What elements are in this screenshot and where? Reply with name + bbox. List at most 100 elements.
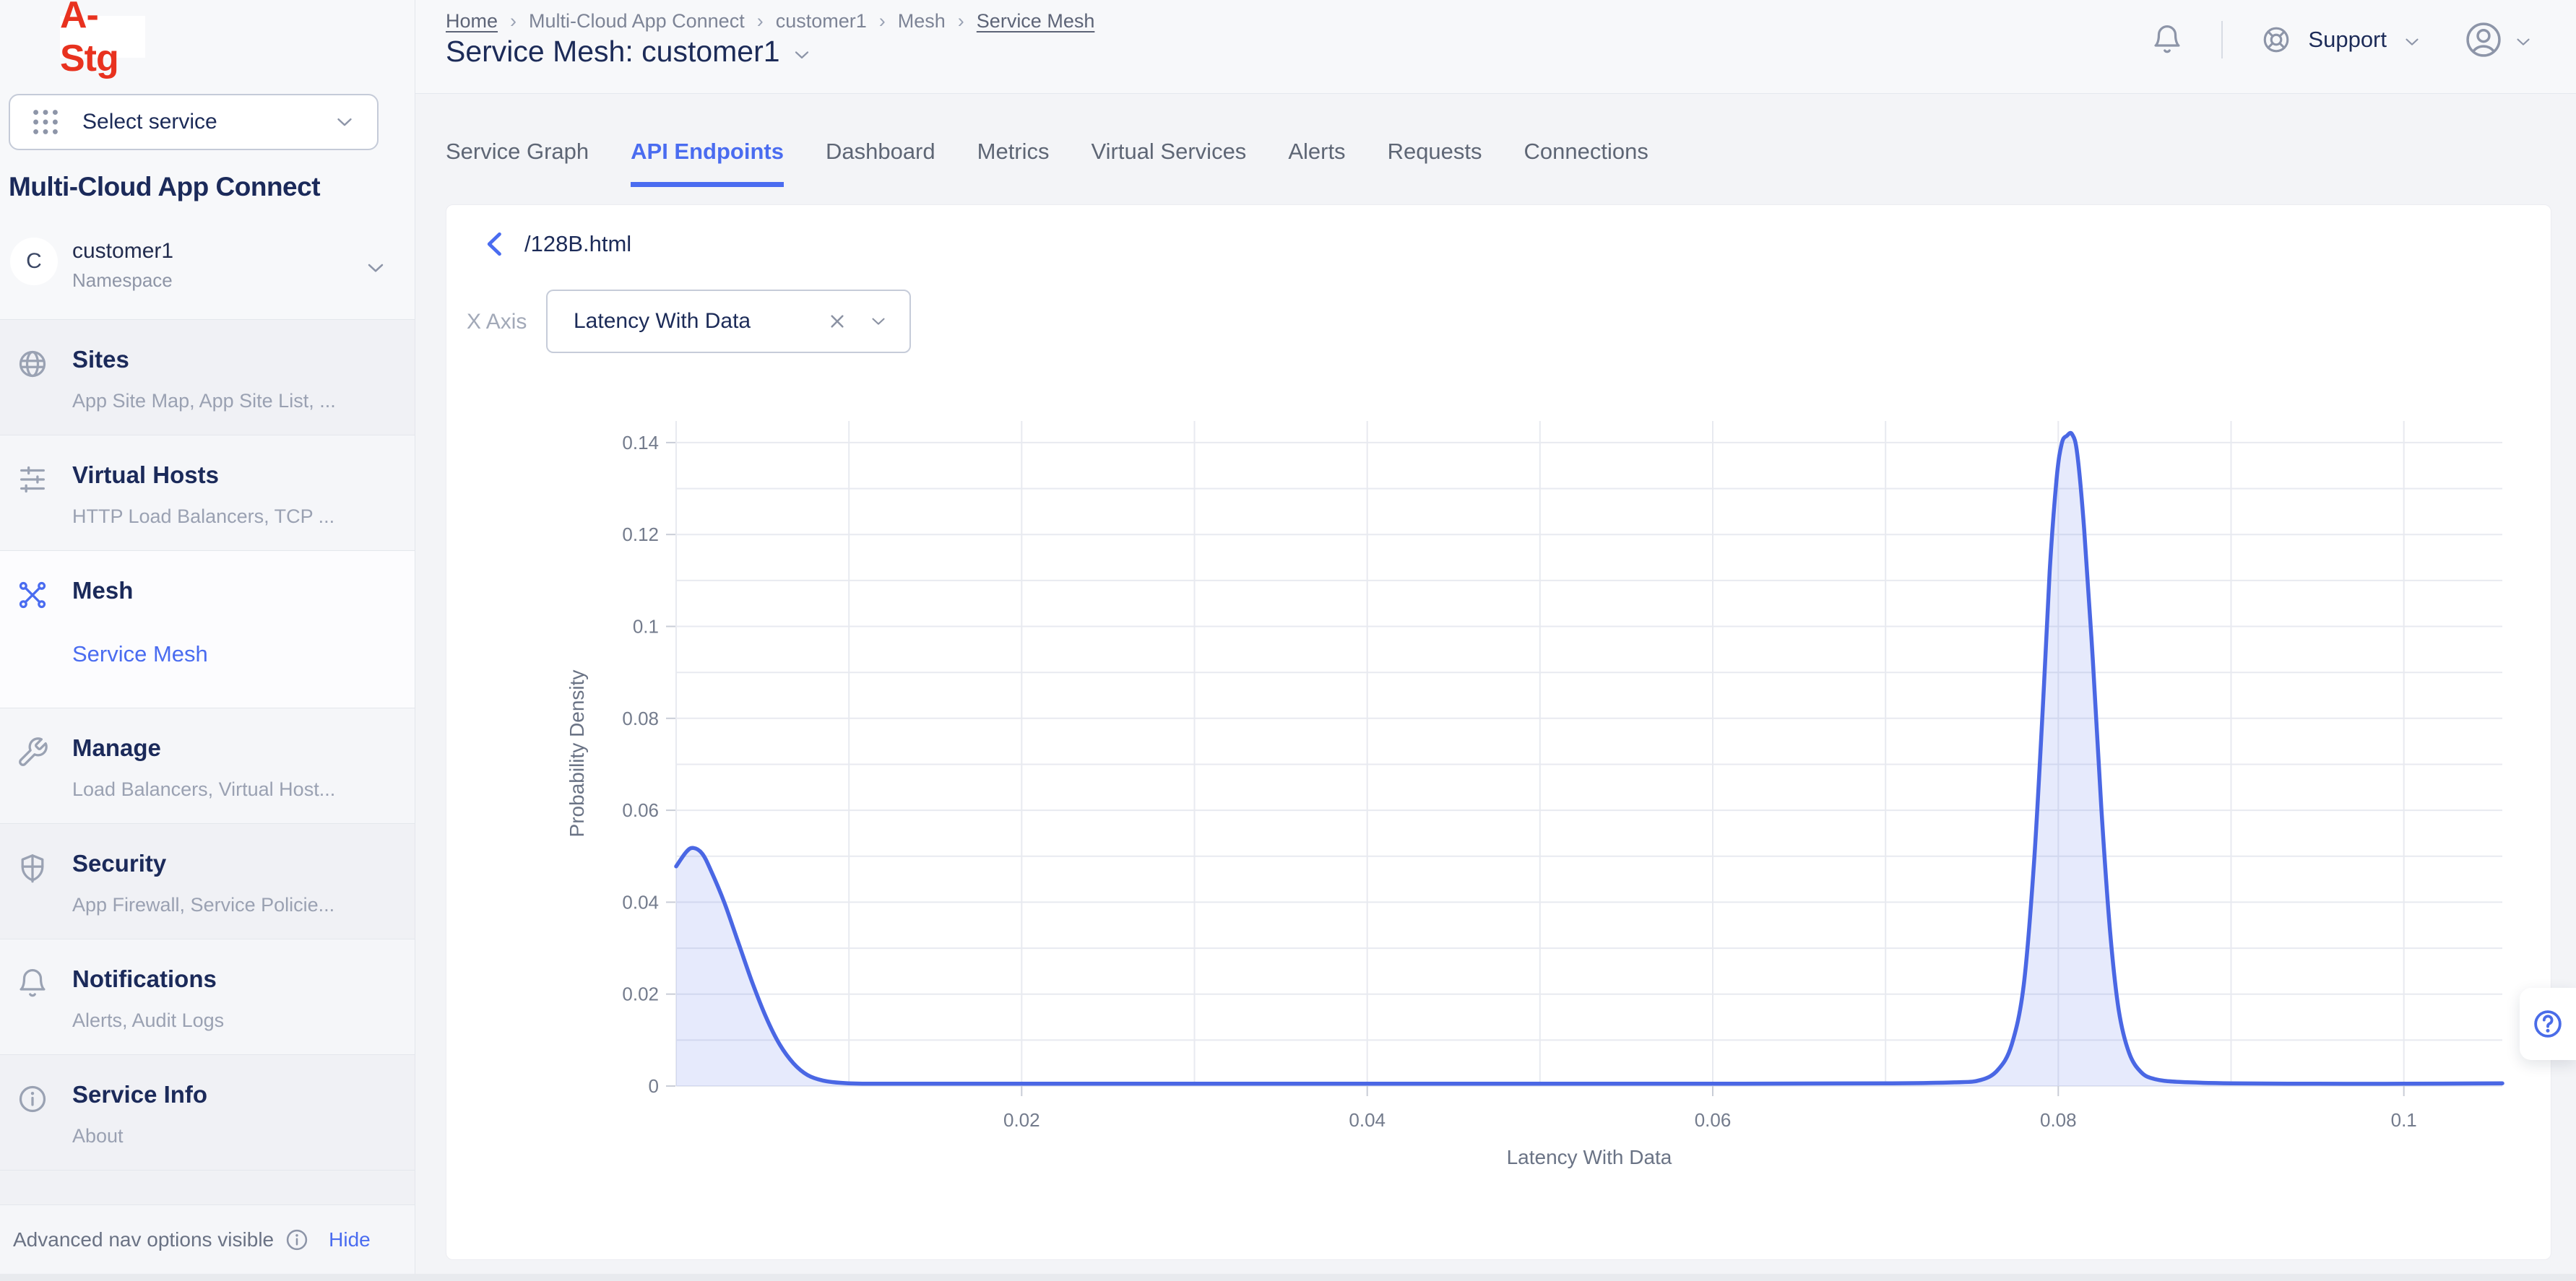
breadcrumb-item-customer1[interactable]: customer1 bbox=[776, 10, 867, 32]
area-fill bbox=[676, 433, 2502, 1086]
sidebar-item-subtitle: App Site Map, App Site List, ... bbox=[72, 390, 403, 412]
select-service-label: Select service bbox=[82, 110, 332, 134]
sidebar-item-sites[interactable]: Sites App Site Map, App Site List, ... bbox=[0, 319, 415, 435]
sidebar-footer: Advanced nav options visible Hide bbox=[0, 1204, 415, 1274]
chevron-down-icon bbox=[2401, 31, 2423, 53]
product-title: Multi-Cloud App Connect bbox=[9, 172, 399, 202]
sidebar-item-subtitle: About bbox=[72, 1125, 403, 1147]
sites-icon bbox=[16, 347, 49, 381]
hide-link[interactable]: Hide bbox=[329, 1228, 371, 1251]
sidebar-item-label: Service Info bbox=[72, 1082, 403, 1108]
x-axis-title: Latency With Data bbox=[1507, 1146, 1672, 1168]
support-label: Support bbox=[2308, 27, 2387, 53]
sidebar: A-Stg Select service Multi-Cloud App Con… bbox=[0, 0, 415, 1281]
sidebar-item-service-info[interactable]: Service Info About bbox=[0, 1054, 415, 1170]
namespace-label: Namespace bbox=[72, 269, 173, 292]
sidebar-item-subtitle: Load Balancers, Virtual Host... bbox=[72, 778, 403, 801]
x-tick-labels: 0.02 0.04 0.06 0.08 0.1 bbox=[1003, 1109, 2417, 1131]
advanced-nav-text: Advanced nav options visible bbox=[13, 1228, 274, 1251]
sidebar-item-label: Notifications bbox=[72, 967, 403, 992]
svg-text:0.08: 0.08 bbox=[2040, 1109, 2077, 1131]
account-menu[interactable] bbox=[2463, 19, 2534, 60]
page-title: Service Mesh: customer1 bbox=[446, 35, 780, 69]
notifications-icon bbox=[16, 967, 49, 1000]
topbar-divider bbox=[2221, 21, 2223, 58]
sidebar-item-virtual-hosts[interactable]: Virtual HostsHTTP Load Balancers, TCP ..… bbox=[0, 435, 415, 550]
grid-icon bbox=[29, 105, 62, 139]
tab-service-graph[interactable]: Service Graph bbox=[446, 139, 589, 182]
svg-text:0.1: 0.1 bbox=[2391, 1109, 2417, 1131]
virtual-hosts-icon bbox=[16, 463, 49, 496]
tab-bar: Service Graph API Endpoints Dashboard Metri… bbox=[446, 139, 1648, 187]
breadcrumb-separator: › bbox=[879, 10, 886, 32]
sidebar-item-label: Mesh bbox=[72, 578, 403, 604]
svg-text:0.02: 0.02 bbox=[1003, 1109, 1040, 1131]
tab-dashboard[interactable]: Dashboard bbox=[826, 139, 935, 182]
chevron-down-icon bbox=[2512, 31, 2534, 53]
sidebar-nav: C customer1 Namespace Sites App Site Map,… bbox=[0, 227, 415, 1205]
page-title-row: Service Mesh: customer1 bbox=[446, 35, 813, 69]
chevron-down-icon[interactable] bbox=[790, 43, 813, 66]
sidebar-item-subtitle: HTTP Load Balancers, TCP ... bbox=[72, 505, 403, 528]
tick-marks bbox=[666, 443, 2404, 1096]
svg-text:0.06: 0.06 bbox=[1695, 1109, 1732, 1131]
sidebar-item-subtitle: Alerts, Audit Logs bbox=[72, 1009, 403, 1032]
breadcrumb-separator: › bbox=[757, 10, 764, 32]
breadcrumb-item-mesh[interactable]: Mesh bbox=[898, 10, 946, 32]
breadcrumb: Home › Multi-Cloud App Connect › customer1 › M… bbox=[446, 10, 1094, 32]
topbar: Home › Multi-Cloud App Connect › customer1 › M… bbox=[415, 0, 2576, 94]
sidebar-item-manage[interactable]: ManageLoad Balancers, Virtual Host... bbox=[0, 708, 415, 823]
sidebar-item-label: Security bbox=[72, 851, 403, 877]
help-icon bbox=[2531, 1007, 2564, 1041]
svg-text:0.04: 0.04 bbox=[1349, 1109, 1386, 1131]
breadcrumb-item-service-mesh[interactable]: Service Mesh bbox=[977, 10, 1095, 32]
security-icon bbox=[16, 851, 49, 885]
namespace-avatar: C bbox=[10, 238, 58, 285]
breadcrumb-item-multi-cloud-app-connect[interactable]: Multi-Cloud App Connect bbox=[529, 10, 745, 32]
sidebar-item-mesh[interactable]: Mesh Service Mesh bbox=[0, 550, 415, 708]
support-menu[interactable]: Support bbox=[2260, 24, 2423, 56]
sidebar-items: Sites App Site Map, App Site List, ... Vir… bbox=[0, 319, 415, 1170]
svg-text:0.04: 0.04 bbox=[622, 891, 659, 913]
tab-requests[interactable]: Requests bbox=[1388, 139, 1482, 182]
lifebuoy-icon bbox=[2260, 24, 2292, 56]
endpoint-panel: /128B.html X Axis Latency With Data 0.02… bbox=[446, 204, 2551, 1260]
y-axis-title: Probability Density bbox=[566, 670, 588, 838]
sidebar-item-label: Sites bbox=[72, 347, 403, 373]
gridlines bbox=[676, 421, 2502, 1086]
manage-icon bbox=[16, 736, 49, 769]
y-tick-labels: 00.020.040.060.080.10.120.14 bbox=[622, 432, 659, 1097]
bottom-edge bbox=[0, 1274, 2576, 1281]
namespace-selector[interactable]: C customer1 Namespace bbox=[0, 227, 415, 319]
svg-text:0.12: 0.12 bbox=[622, 524, 659, 545]
sidebar-item-security[interactable]: Security App Firewall, Service Policie... bbox=[0, 823, 415, 939]
breadcrumb-item-home[interactable]: Home bbox=[446, 10, 498, 32]
svg-text:0.08: 0.08 bbox=[622, 708, 659, 729]
breadcrumb-separator: › bbox=[510, 10, 517, 32]
svg-text:0.02: 0.02 bbox=[622, 983, 659, 1005]
sidebar-item-subtitle: App Firewall, Service Policie... bbox=[72, 894, 403, 916]
sidebar-subitem-service-mesh[interactable]: Service Mesh bbox=[72, 641, 403, 667]
chevron-down-icon bbox=[332, 110, 357, 134]
tab-alerts[interactable]: Alerts bbox=[1288, 139, 1345, 182]
help-button[interactable] bbox=[2520, 988, 2576, 1060]
sidebar-item-notifications[interactable]: Notifications Alerts, Audit Logs bbox=[0, 939, 415, 1054]
service-info-icon bbox=[16, 1082, 49, 1116]
tab-metrics[interactable]: Metrics bbox=[977, 139, 1050, 182]
chevron-down-icon bbox=[363, 255, 389, 281]
notifications-bell-icon[interactable] bbox=[2151, 23, 2184, 56]
app-root: A-Stg Select service Multi-Cloud App Con… bbox=[0, 0, 2576, 1281]
avatar-icon bbox=[2463, 19, 2504, 60]
breadcrumb-separator: › bbox=[958, 10, 964, 32]
tab-connections[interactable]: Connections bbox=[1524, 139, 1648, 182]
logo[interactable]: A-Stg bbox=[60, 16, 145, 58]
tab-api-endpoints[interactable]: API Endpoints bbox=[631, 139, 784, 187]
logo-text: A-Stg bbox=[60, 0, 145, 80]
select-service-dropdown[interactable]: Select service bbox=[9, 94, 379, 150]
mesh-icon bbox=[16, 578, 49, 612]
svg-text:0.1: 0.1 bbox=[633, 616, 659, 638]
tab-virtual-services[interactable]: Virtual Services bbox=[1092, 139, 1247, 182]
density-chart: 0.020.040.060.080.100.020.040.060.080.10… bbox=[446, 205, 2552, 1261]
info-icon bbox=[284, 1227, 310, 1253]
density-curve bbox=[676, 433, 2502, 1084]
